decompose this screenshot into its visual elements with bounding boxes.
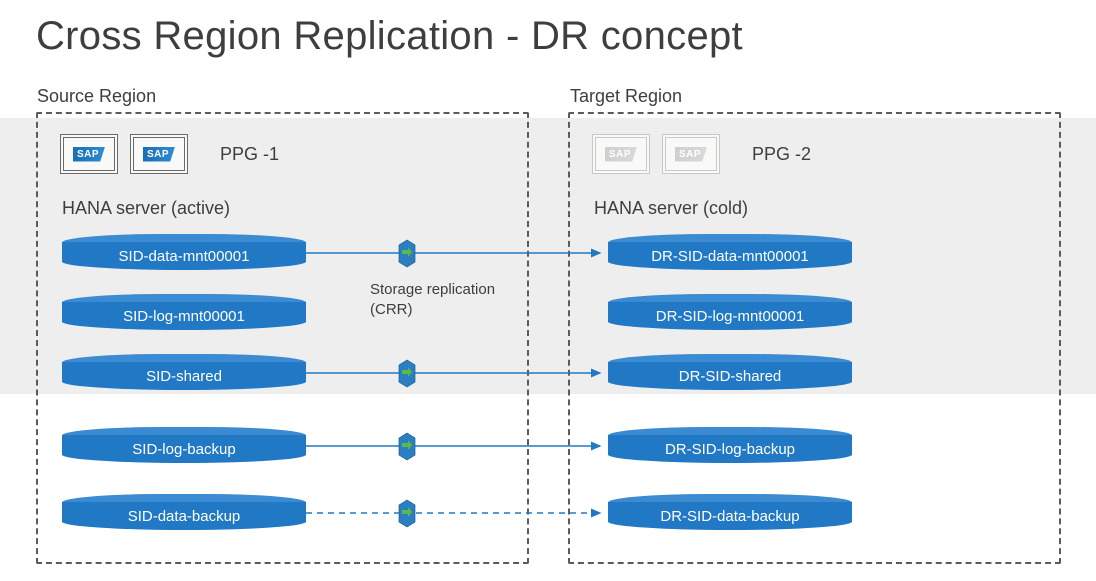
target-region-label: Target Region (570, 86, 682, 107)
sap-vm-icon-cold: SAP (592, 134, 650, 174)
disk-sid-log-backup: SID-log-backup (62, 427, 306, 463)
sap-vm-icon: SAP (130, 134, 188, 174)
target-server-title: HANA server (cold) (594, 198, 748, 219)
source-region-label: Source Region (37, 86, 156, 107)
disk-sid-log: SID-log-mnt00001 (62, 294, 306, 330)
disk-dr-sid-shared: DR-SID-shared (608, 354, 852, 390)
target-sap-row: SAP SAP PPG -2 (592, 134, 811, 174)
sap-vm-icon-cold: SAP (662, 134, 720, 174)
disk-sid-data-backup: SID-data-backup (62, 494, 306, 530)
disk-sid-shared: SID-shared (62, 354, 306, 390)
sap-vm-icon: SAP (60, 134, 118, 174)
ppg-2-label: PPG -2 (752, 144, 811, 165)
disk-sid-data: SID-data-mnt00001 (62, 234, 306, 270)
page-title: Cross Region Replication - DR concept (36, 14, 743, 59)
disk-dr-sid-data: DR-SID-data-mnt00001 (608, 234, 852, 270)
source-server-title: HANA server (active) (62, 198, 230, 219)
disk-dr-sid-log-backup: DR-SID-log-backup (608, 427, 852, 463)
storage-replication-label: Storage replication (CRR) (370, 280, 530, 319)
source-sap-row: SAP SAP PPG -1 (60, 134, 279, 174)
disk-dr-sid-log: DR-SID-log-mnt00001 (608, 294, 852, 330)
disk-dr-sid-data-backup: DR-SID-data-backup (608, 494, 852, 530)
ppg-1-label: PPG -1 (220, 144, 279, 165)
